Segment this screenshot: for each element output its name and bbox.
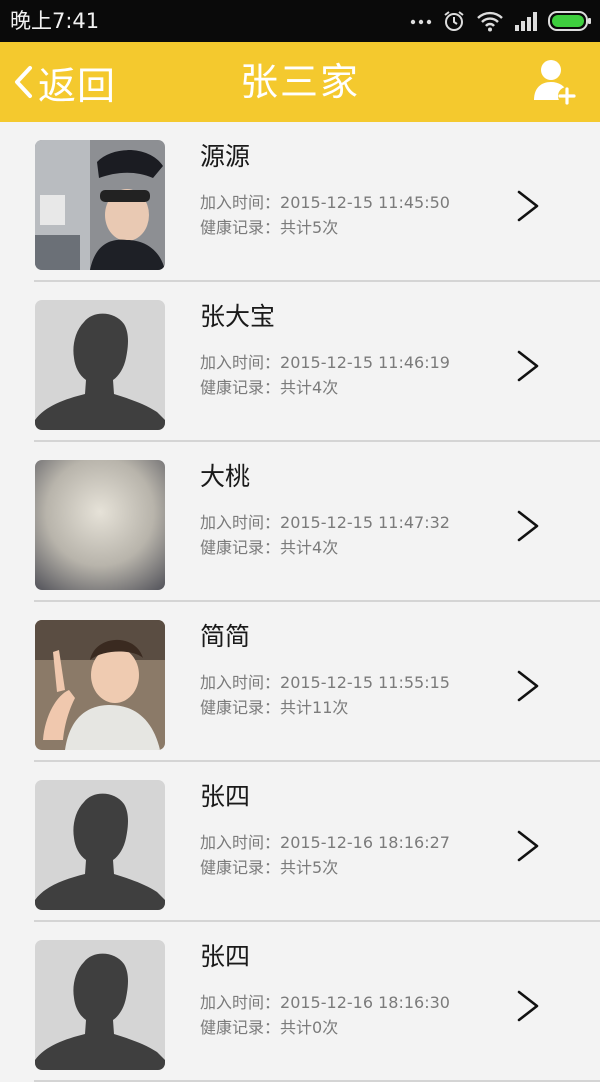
health-records-count: 共计0次 [280, 1018, 339, 1037]
join-time-label: 加入时间： [200, 193, 281, 212]
member-name: 张大宝 [200, 302, 276, 331]
join-time-label: 加入时间： [200, 353, 281, 372]
join-time-value: 2015-12-15 11:47:32 [280, 513, 450, 532]
join-time: 加入时间：2015-12-15 11:45:50 [200, 192, 450, 214]
health-records-count: 共计11次 [280, 698, 349, 717]
member-list-item[interactable]: 张四加入时间：2015-12-16 18:16:30 健康记录：共计0次 [0, 922, 600, 1082]
back-button[interactable]: 返回 [12, 42, 116, 122]
chevron-right-icon[interactable] [514, 508, 542, 544]
chevron-left-icon [12, 65, 38, 99]
battery-icon [548, 10, 592, 32]
health-records-label: 健康记录： [200, 1018, 281, 1037]
health-records: 健康记录：共计5次 [200, 857, 338, 879]
member-list-item[interactable]: 张大宝加入时间：2015-12-15 11:46:19 健康记录：共计4次 [0, 282, 600, 442]
join-time-label: 加入时间： [200, 833, 281, 852]
member-name: 源源 [200, 142, 251, 171]
add-user-icon [532, 58, 578, 106]
member-name: 张四 [200, 782, 251, 811]
chevron-right-icon[interactable] [514, 828, 542, 864]
member-name: 大桃 [200, 462, 251, 491]
chevron-right-icon[interactable] [514, 348, 542, 384]
join-time-label: 加入时间： [200, 993, 281, 1012]
signal-icon [514, 11, 538, 31]
status-time: 晚上7:41 [10, 9, 100, 33]
status-bar: 晚上7:41 [0, 0, 600, 42]
chevron-right-icon[interactable] [514, 668, 542, 704]
chevron-right-icon[interactable] [514, 188, 542, 224]
health-records-label: 健康记录： [200, 698, 281, 717]
avatar [35, 620, 165, 750]
member-list-item[interactable]: 简简加入时间：2015-12-15 11:55:15 健康记录：共计11次 [0, 602, 600, 762]
health-records: 健康记录：共计4次 [200, 377, 338, 399]
member-list: 源源 加入时间：2015-12-15 11:45:50 健康记录：共计5次 张大宝 加入… [0, 122, 600, 1082]
join-time-value: 2015-12-16 18:16:30 [280, 993, 450, 1012]
health-records-count: 共计4次 [280, 378, 339, 397]
health-records-label: 健康记录： [200, 218, 281, 237]
avatar [35, 460, 165, 590]
health-records: 健康记录：共计4次 [200, 537, 338, 559]
member-list-item[interactable]: 张四加入时间：2015-12-16 18:16:27 健康记录：共计5次 [0, 762, 600, 922]
more-dots-icon [410, 16, 432, 26]
join-time-label: 加入时间： [200, 513, 281, 532]
add-member-button[interactable] [532, 58, 578, 106]
join-time-value: 2015-12-15 11:55:15 [280, 673, 450, 692]
chevron-right-icon[interactable] [514, 988, 542, 1024]
avatar [35, 300, 165, 430]
health-records: 健康记录：共计0次 [200, 1017, 338, 1039]
health-records-count: 共计4次 [280, 538, 339, 557]
avatar [35, 780, 165, 910]
join-time: 加入时间：2015-12-16 18:16:30 [200, 992, 450, 1014]
health-records-count: 共计5次 [280, 218, 339, 237]
member-name: 简简 [200, 622, 251, 651]
status-icons [410, 8, 592, 34]
member-list-item[interactable]: 源源加入时间：2015-12-15 11:45:50 健康记录：共计5次 [0, 122, 600, 282]
wifi-icon [476, 10, 504, 32]
join-time-value: 2015-12-15 11:45:50 [280, 193, 450, 212]
alarm-icon [442, 9, 466, 33]
health-records-count: 共计5次 [280, 858, 339, 877]
health-records-label: 健康记录： [200, 538, 281, 557]
join-time-label: 加入时间： [200, 673, 281, 692]
join-time: 加入时间：2015-12-16 18:16:27 [200, 832, 450, 854]
join-time-value: 2015-12-16 18:16:27 [280, 833, 450, 852]
join-time-value: 2015-12-15 11:46:19 [280, 353, 450, 372]
health-records: 健康记录：共计5次 [200, 217, 338, 239]
join-time: 加入时间：2015-12-15 11:46:19 [200, 352, 450, 374]
header-bar: 返回 张三家 [0, 42, 600, 122]
join-time: 加入时间：2015-12-15 11:55:15 [200, 672, 450, 694]
back-label: 返回 [38, 63, 117, 108]
avatar [35, 940, 165, 1070]
health-records: 健康记录：共计11次 [200, 697, 348, 719]
health-records-label: 健康记录： [200, 378, 281, 397]
member-list-item[interactable]: 大桃加入时间：2015-12-15 11:47:32 健康记录：共计4次 [0, 442, 600, 602]
avatar [35, 140, 165, 270]
join-time: 加入时间：2015-12-15 11:47:32 [200, 512, 450, 534]
member-name: 张四 [200, 942, 251, 971]
health-records-label: 健康记录： [200, 858, 281, 877]
